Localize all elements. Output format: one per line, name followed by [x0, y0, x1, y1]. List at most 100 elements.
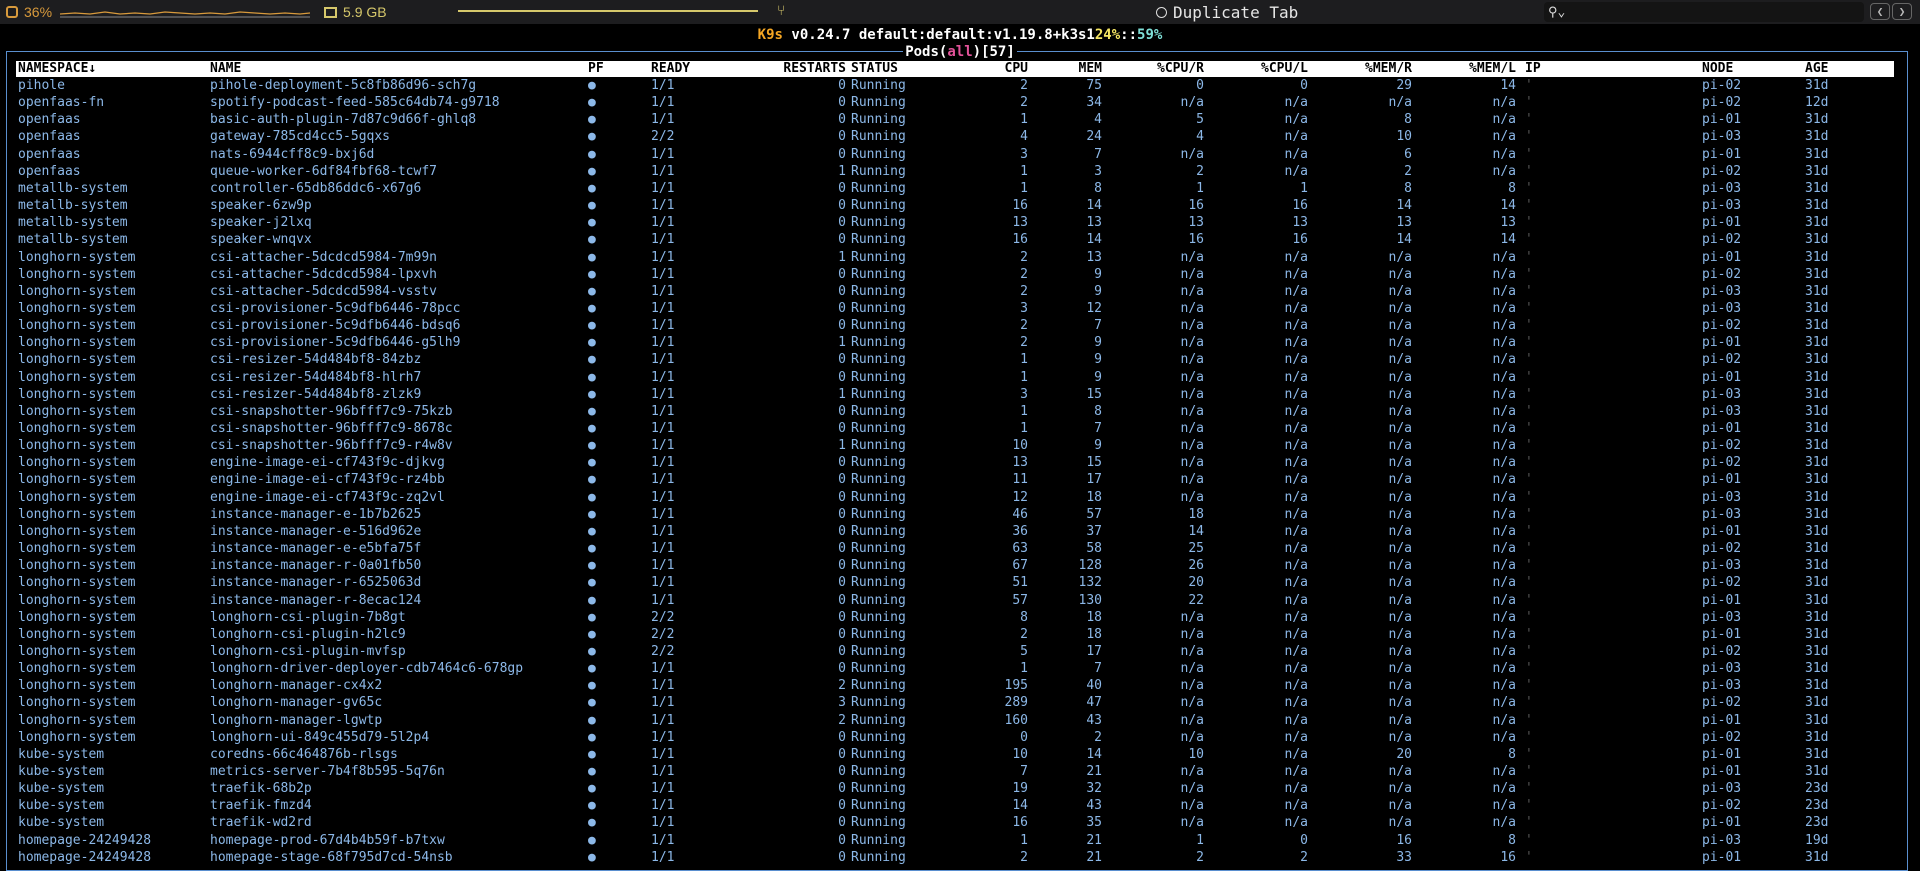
forward-button[interactable]: ❯ [1892, 3, 1912, 20]
table-row[interactable]: kube-system traefik-68b2p ● 1/1 0 Running 19 32… [16, 781, 1894, 798]
cell-status: Running [851, 815, 906, 831]
table-row[interactable]: longhorn-system instance-manager-r-652506… [16, 575, 1894, 592]
table-row[interactable]: longhorn-system csi-provisioner-5c9dfb644… [16, 301, 1894, 318]
cell-cpu: 19 [1012, 781, 1028, 797]
table-row[interactable]: longhorn-system instance-manager-r-8ecac1… [16, 593, 1894, 610]
table-row[interactable]: longhorn-system engine-image-ei-cf743f9c-… [16, 490, 1894, 507]
table-row[interactable]: longhorn-system instance-manager-e-1b7b26… [16, 507, 1894, 524]
table-row[interactable]: kube-system traefik-wd2rd ● 1/1 0 Running 16 35… [16, 815, 1894, 832]
table-row[interactable]: longhorn-system instance-manager-e-516d96… [16, 524, 1894, 541]
table-row[interactable]: longhorn-system csi-snapshotter-96bfff7c9… [16, 421, 1894, 438]
cell-cpu: 3 [1020, 300, 1028, 316]
table-row[interactable]: longhorn-system csi-resizer-54d484bf8-zlz… [16, 387, 1894, 404]
table-row[interactable]: pihole pihole-deployment-5c8fb86d96-sch7g… [16, 78, 1894, 95]
table-row[interactable]: longhorn-system longhorn-manager-cx4x2 ● 1/… [16, 678, 1894, 695]
cell-mem-r: n/a [1388, 729, 1412, 745]
cell-restarts: 0 [838, 300, 846, 316]
cell-pf: ● [588, 558, 596, 574]
table-row[interactable]: kube-system metrics-server-7b4f8b595-5q76… [16, 764, 1894, 781]
cell-restarts: 1 [838, 386, 846, 402]
col-cpu-r[interactable]: %CPU/R [1134, 61, 1204, 77]
back-button[interactable]: ❮ [1870, 3, 1890, 20]
table-row[interactable]: homepage-24249428 homepage-stage-68f795d7… [16, 850, 1894, 867]
table-row[interactable]: metallb-system controller-65db86ddc6-x67g… [16, 181, 1894, 198]
table-row[interactable]: kube-system coredns-66c464876b-rlsgs ● 1/1 0… [16, 747, 1894, 764]
cell-namespace: kube-system [18, 815, 105, 831]
table-row[interactable]: metallb-system speaker-6zw9p ● 1/1 0 Running 1… [16, 198, 1894, 215]
cell-cpu: 4 [1020, 129, 1028, 145]
table-row[interactable]: longhorn-system instance-manager-r-0a01fb… [16, 558, 1894, 575]
search-icon: ⚲⌄ [1548, 4, 1566, 20]
table-row[interactable]: longhorn-system csi-attacher-5dcdcd5984-7… [16, 250, 1894, 267]
table-row[interactable]: longhorn-system longhorn-ui-849c455d79-5l… [16, 730, 1894, 747]
table-row[interactable]: longhorn-system longhorn-csi-plugin-h2lc9… [16, 627, 1894, 644]
duplicate-tab-button[interactable]: Duplicate Tab [1156, 3, 1298, 22]
cell-status: Running [851, 798, 906, 814]
table-row[interactable]: homepage-24249428 homepage-prod-67d4b4b59… [16, 833, 1894, 850]
cell-cpu-l: n/a [1284, 626, 1308, 642]
search-field[interactable]: ⚲⌄ [1544, 2, 1864, 22]
table-row[interactable]: openfaas queue-worker-6df84fbf68-tcwf7 ● 1/… [16, 164, 1894, 181]
cell-restarts: 0 [838, 523, 846, 539]
cell-ready: 2/2 [651, 643, 675, 659]
cell-restarts: 1 [838, 438, 846, 454]
table-row[interactable]: longhorn-system csi-provisioner-5c9dfb644… [16, 318, 1894, 335]
cell-cpu-r: n/a [1180, 455, 1204, 471]
col-restarts[interactable]: RESTARTS [760, 61, 846, 77]
table-row[interactable]: longhorn-system csi-attacher-5dcdcd5984-v… [16, 284, 1894, 301]
table-row[interactable]: longhorn-system csi-snapshotter-96bfff7c9… [16, 404, 1894, 421]
cell-ready: 1/1 [651, 438, 675, 454]
cell-cpu-r: 4 [1196, 129, 1204, 145]
table-row[interactable]: longhorn-system csi-attacher-5dcdcd5984-l… [16, 267, 1894, 284]
table-row[interactable]: longhorn-system longhorn-csi-plugin-mvfsp… [16, 644, 1894, 661]
col-node[interactable]: NODE [1702, 61, 1733, 77]
table-row[interactable]: openfaas nats-6944cff8c9-bxj6d ● 1/1 0 Runnin… [16, 147, 1894, 164]
cell-ready: 1/1 [651, 712, 675, 728]
table-row[interactable]: longhorn-system longhorn-csi-plugin-7b8gt… [16, 610, 1894, 627]
cell-mem-l: n/a [1492, 266, 1516, 282]
table-row[interactable]: longhorn-system csi-snapshotter-96bfff7c9… [16, 438, 1894, 455]
col-ready[interactable]: READY [651, 61, 690, 77]
cell-node: pi-01 [1702, 746, 1742, 762]
col-ip[interactable]: IP [1525, 61, 1541, 77]
cell-cpu-r: 13 [1188, 215, 1204, 231]
table-row[interactable]: longhorn-system longhorn-manager-lgwtp ● 1/… [16, 713, 1894, 730]
cell-pf: ● [588, 163, 596, 179]
col-name[interactable]: NAME [210, 61, 241, 77]
table-row[interactable]: openfaas-fn spotify-podcast-feed-585c64db… [16, 95, 1894, 112]
col-cpu-l[interactable]: %CPU/L [1238, 61, 1308, 77]
col-pf[interactable]: PF [588, 61, 604, 77]
cell-ready: 1/1 [651, 335, 675, 351]
table-row[interactable]: longhorn-system csi-resizer-54d484bf8-84z… [16, 352, 1894, 369]
col-mem-r[interactable]: %MEM/R [1342, 61, 1412, 77]
table-row[interactable]: longhorn-system csi-provisioner-5c9dfb644… [16, 335, 1894, 352]
cell-age: 31d [1805, 215, 1829, 231]
table-row[interactable]: longhorn-system instance-manager-e-e5bfa7… [16, 541, 1894, 558]
cell-age: 31d [1805, 489, 1829, 505]
table-row[interactable]: longhorn-system longhorn-driver-deployer-… [16, 661, 1894, 678]
cell-cpu-l: n/a [1284, 129, 1308, 145]
table-row[interactable]: longhorn-system engine-image-ei-cf743f9c-… [16, 455, 1894, 472]
table-row[interactable]: longhorn-system longhorn-manager-gv65c ● 1/… [16, 695, 1894, 712]
table-row[interactable]: kube-system traefik-fmzd4 ● 1/1 0 Running 14 43… [16, 798, 1894, 815]
cell-namespace: longhorn-system [18, 438, 136, 454]
table-row[interactable]: longhorn-system engine-image-ei-cf743f9c-… [16, 472, 1894, 489]
table-row[interactable]: openfaas basic-auth-plugin-7d87c9d66f-ghl… [16, 112, 1894, 129]
cell-mem: 130 [1078, 592, 1102, 608]
table-row[interactable]: longhorn-system csi-resizer-54d484bf8-hlr… [16, 370, 1894, 387]
cell-mem: 34 [1086, 95, 1102, 111]
cell-cpu-l: n/a [1284, 729, 1308, 745]
col-cpu[interactable]: CPU [984, 61, 1028, 77]
cell-namespace: longhorn-system [18, 249, 136, 265]
col-namespace[interactable]: NAMESPACE↓ [18, 61, 96, 77]
col-mem[interactable]: MEM [1058, 61, 1102, 77]
cell-mem-r: n/a [1388, 695, 1412, 711]
col-age[interactable]: AGE [1805, 61, 1828, 77]
cell-age: 31d [1805, 575, 1829, 591]
table-row[interactable]: metallb-system speaker-j2lxq ● 1/1 0 Running 1… [16, 215, 1894, 232]
table-row[interactable]: openfaas gateway-785cd4cc5-5gqxs ● 2/2 0 Runn… [16, 129, 1894, 146]
col-status[interactable]: STATUS [851, 61, 898, 77]
table-row[interactable]: metallb-system speaker-wnqvx ● 1/1 0 Running 1… [16, 232, 1894, 249]
cell-cpu-r: n/a [1180, 472, 1204, 488]
col-mem-l[interactable]: %MEM/L [1446, 61, 1516, 77]
